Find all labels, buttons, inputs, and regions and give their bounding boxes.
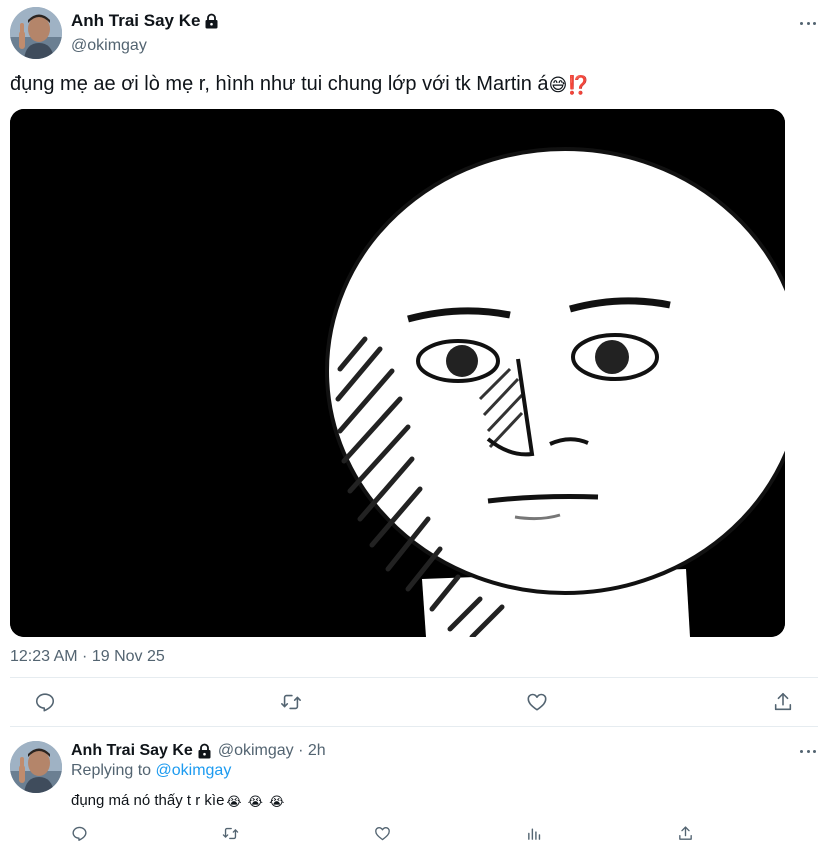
like-icon[interactable] [526,691,548,713]
divider [10,726,818,727]
like-icon[interactable] [374,825,391,842]
divider [10,677,818,678]
reply-author-name[interactable]: Anh Trai Say Ke [71,742,193,760]
share-icon[interactable] [772,691,794,713]
tweet-body: đụng mẹ ae ơi lò mẹ r, hình như tui chun… [10,73,549,95]
retweet-icon[interactable] [222,825,239,842]
more-options-icon[interactable] [800,748,816,754]
lock-icon [204,13,219,29]
more-options-icon[interactable] [800,20,816,26]
reply-body: đụng má nó thấy t r kìe [71,792,225,809]
sweat-smile-emoji: 😅 [548,75,568,95]
replying-to: Replying to @okimgay [71,762,231,780]
author-name[interactable]: Anh Trai Say Ke [71,11,200,31]
share-icon[interactable] [677,825,694,842]
reply-icon[interactable] [71,825,88,842]
reply-author-row: Anh Trai Say Ke @okimgay · 2h [71,742,326,760]
reply-text: đụng má nó thấy t r kìe 😭 😭 😭 [71,792,284,810]
replying-to-label: Replying to [71,762,152,779]
crying-emoji: 😭 [269,794,285,809]
reply-handle-time[interactable]: @okimgay · 2h [218,742,326,760]
analytics-icon[interactable] [526,825,543,842]
crying-emoji: 😭 [226,794,242,809]
tweet-image[interactable] [10,109,785,637]
reply-icon[interactable] [34,691,56,713]
tweet-timestamp[interactable]: 12:23 AM · 19 Nov 25 [10,648,165,666]
crying-emoji: 😭 [247,794,263,809]
interrobang-emoji: ⁉️ [567,75,590,95]
tweet-text: đụng mẹ ae ơi lò mẹ r, hình như tui chun… [10,71,590,98]
avatar[interactable] [10,7,62,59]
retweet-icon[interactable] [280,691,302,713]
tweet-thread-page: Anh Trai Say Ke @okimgay đụng mẹ ae ơi l… [0,0,828,848]
reply-avatar[interactable] [10,741,62,793]
lock-icon [197,743,212,759]
author-handle[interactable]: @okimgay [71,37,147,55]
author-row: Anh Trai Say Ke [71,11,219,31]
replying-to-mention[interactable]: @okimgay [156,762,232,779]
